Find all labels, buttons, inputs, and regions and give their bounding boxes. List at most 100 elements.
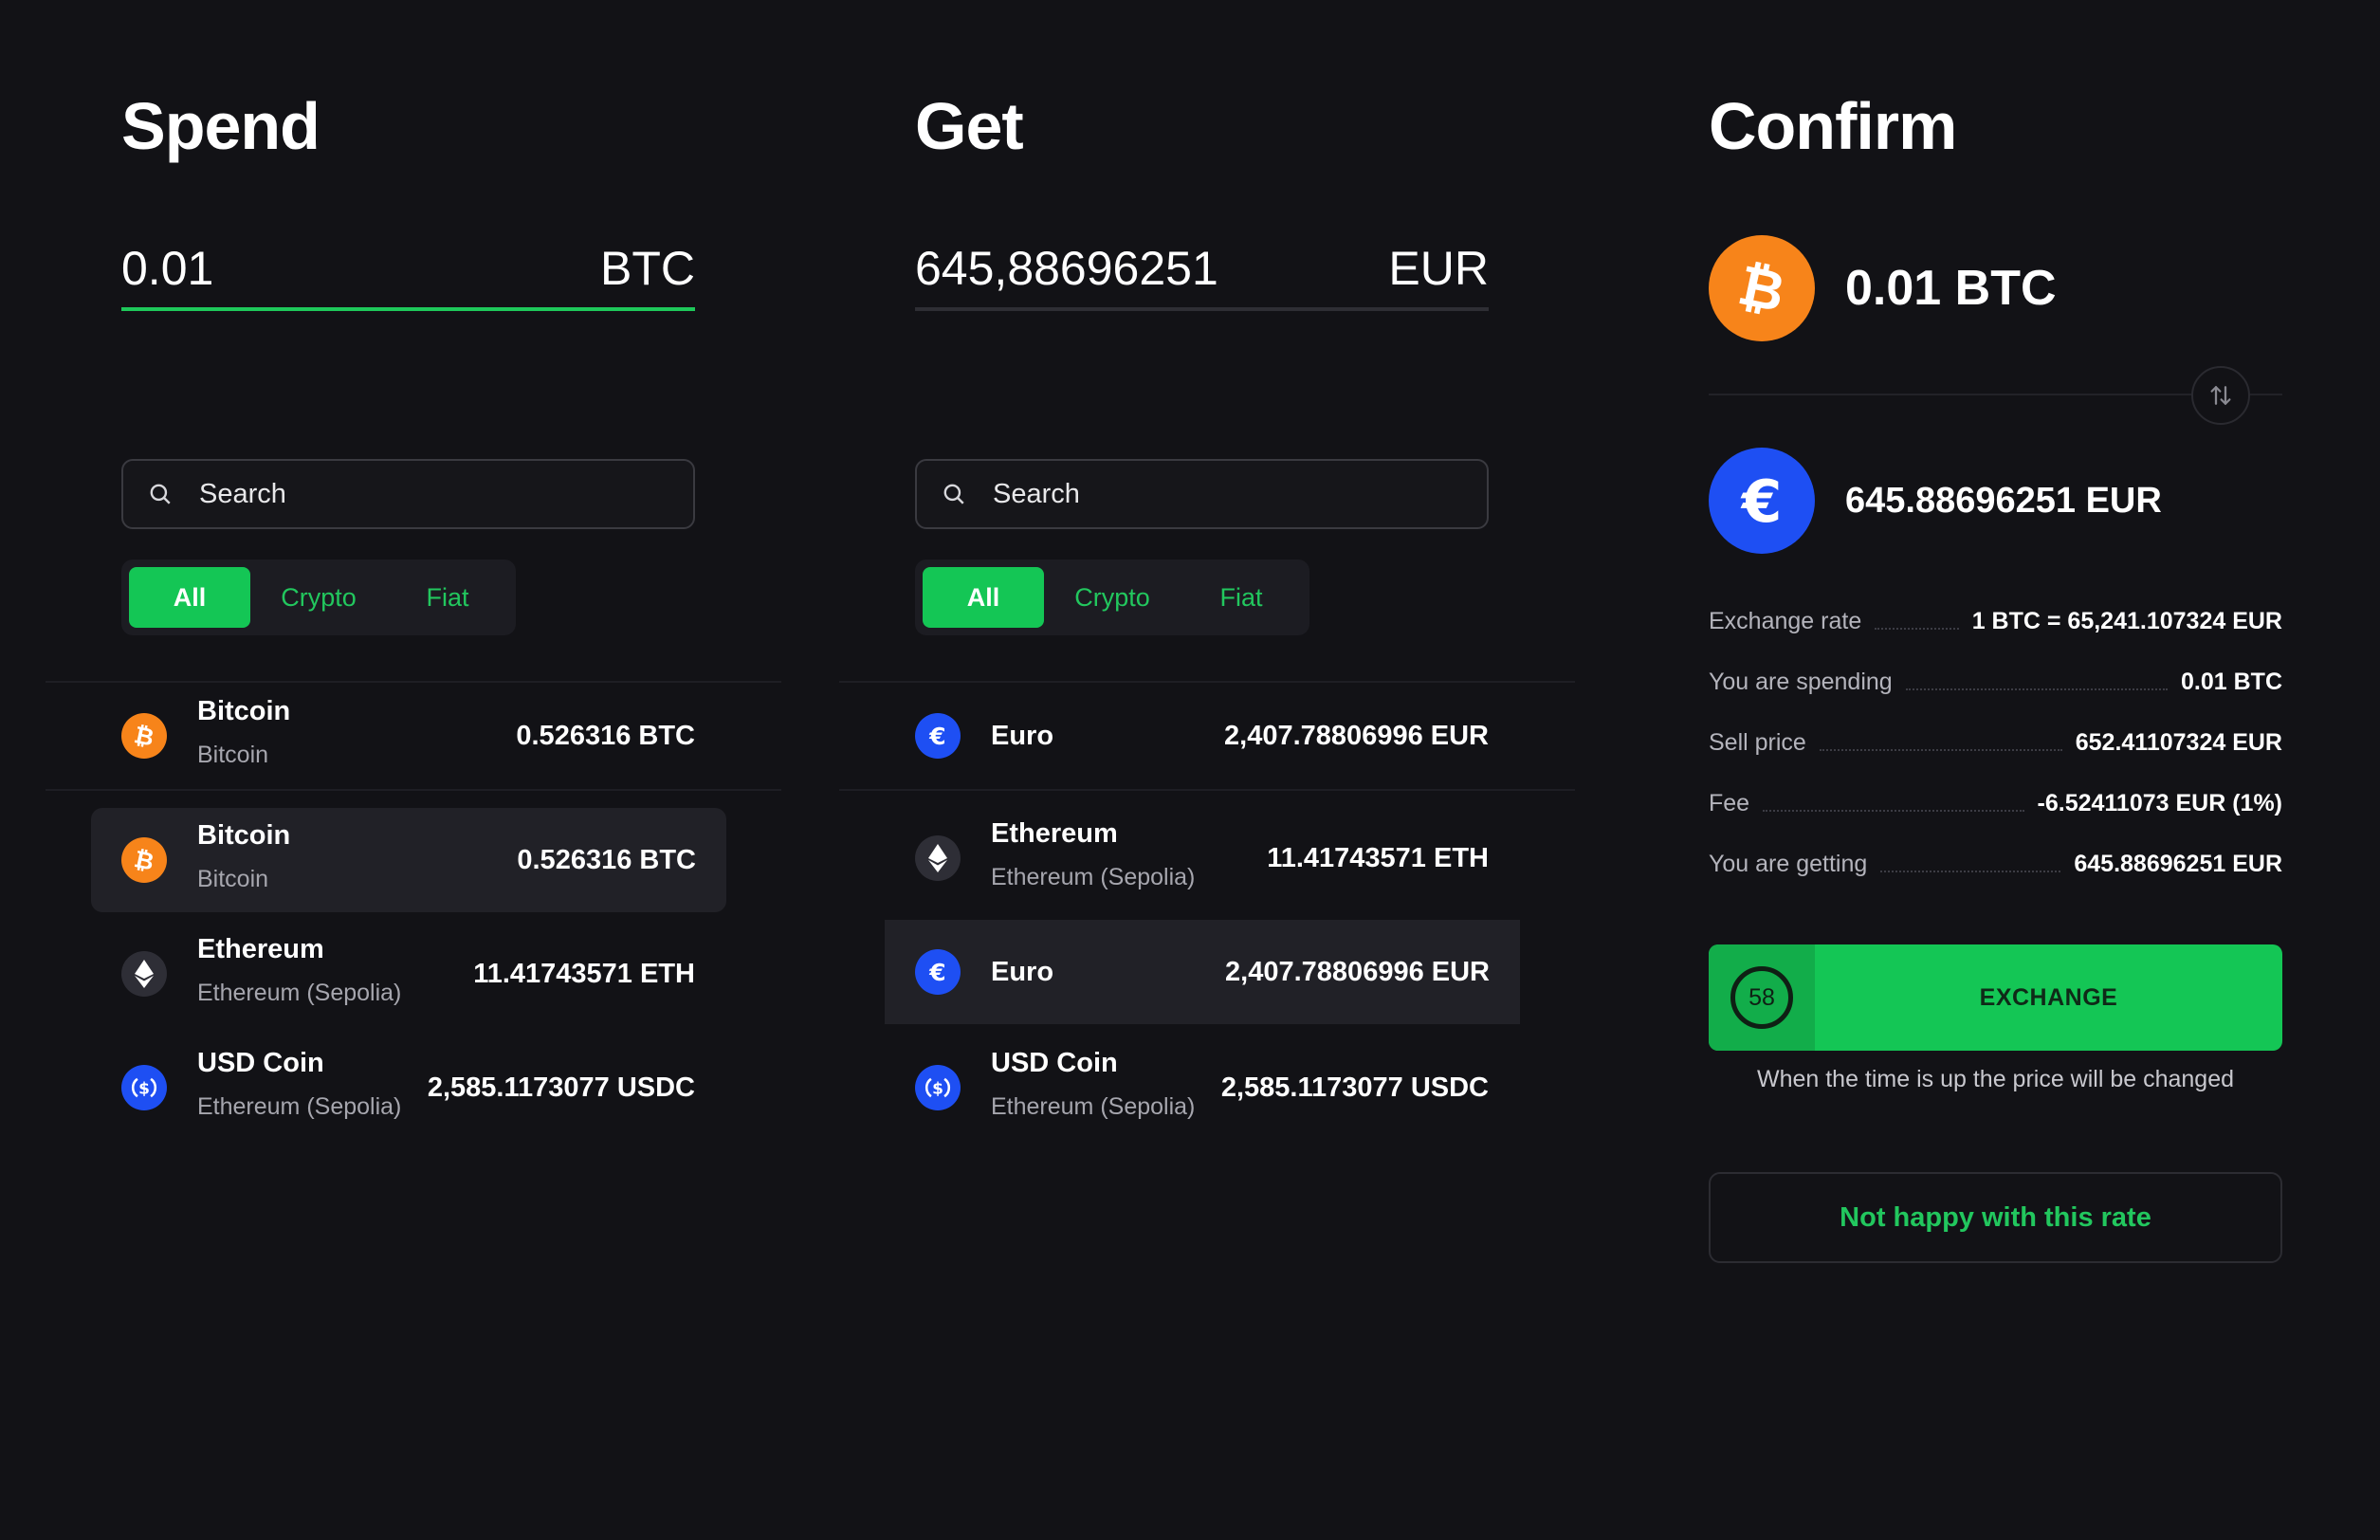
ethereum-icon bbox=[915, 835, 961, 881]
spend-amount-value[interactable]: 0.01 bbox=[121, 235, 213, 302]
dotted-leader bbox=[1905, 688, 2169, 690]
rate-value: 1 BTC = 65,241.107324 EUR bbox=[1971, 608, 2282, 634]
euro-icon: € bbox=[915, 713, 961, 759]
asset-name: Bitcoin bbox=[197, 820, 291, 851]
svg-text:₿: ₿ bbox=[132, 846, 156, 874]
rate-label: Sell price bbox=[1709, 729, 1806, 756]
asset-name: Euro bbox=[991, 721, 1054, 751]
dotted-leader bbox=[1875, 628, 1959, 630]
spending-row: You are spending 0.01 BTC bbox=[1709, 658, 2282, 696]
usdc-icon: $ bbox=[121, 1065, 167, 1110]
asset-network: Bitcoin bbox=[197, 742, 269, 768]
exchange-button-label: EXCHANGE bbox=[1979, 983, 2118, 1011]
asset-row-bitcoin-selected[interactable]: ₿ Bitcoin Bitcoin 0.526316 BTC bbox=[91, 808, 726, 912]
asset-row-ethereum[interactable]: Ethereum Ethereum (Sepolia) 11.41743571 … bbox=[121, 922, 695, 1026]
asset-balance: 2,407.78806996 EUR bbox=[1224, 720, 1489, 751]
not-happy-button[interactable]: Not happy with this rate bbox=[1709, 1172, 2282, 1263]
swap-arrows-icon bbox=[2210, 386, 2231, 405]
asset-name: USD Coin bbox=[197, 1048, 324, 1078]
rate-label: You are getting bbox=[1709, 851, 1868, 877]
svg-text:$: $ bbox=[138, 1079, 150, 1098]
dotted-leader bbox=[1763, 810, 2024, 812]
get-filter-tabs: All Crypto Fiat bbox=[915, 559, 1309, 635]
spend-amount-input[interactable]: 0.01 BTC bbox=[121, 235, 695, 311]
svg-text:₿: ₿ bbox=[1733, 255, 1791, 321]
fee-row: Fee -6.52411073 EUR (1%) bbox=[1709, 779, 2282, 817]
asset-balance: 11.41743571 ETH bbox=[1267, 842, 1489, 873]
filter-fiat-tab[interactable]: Fiat bbox=[387, 567, 508, 628]
asset-network: Ethereum (Sepolia) bbox=[991, 1093, 1196, 1120]
filter-all-tab[interactable]: All bbox=[129, 567, 250, 628]
asset-name: Euro bbox=[991, 957, 1054, 987]
asset-balance: 0.526316 BTC bbox=[517, 844, 696, 875]
asset-network: Ethereum (Sepolia) bbox=[197, 980, 402, 1006]
asset-network: Ethereum (Sepolia) bbox=[991, 864, 1196, 890]
asset-balance: 2,585.1173077 USDC bbox=[1220, 1072, 1489, 1103]
asset-balance: 2,585.1173077 USDC bbox=[427, 1072, 695, 1103]
confirm-get-summary: € 645.88696251 EUR bbox=[1709, 448, 2162, 554]
swap-button[interactable] bbox=[2191, 366, 2250, 425]
svg-text:€: € bbox=[928, 723, 945, 750]
bitcoin-icon: ₿ bbox=[121, 713, 167, 759]
dotted-leader bbox=[1819, 749, 2062, 751]
asset-name: USD Coin bbox=[991, 1048, 1118, 1078]
asset-balance: 0.526316 BTC bbox=[516, 720, 695, 751]
get-column: Get 645,88696251 EUR Search All Crypto F… bbox=[839, 0, 1575, 1540]
rate-label: Fee bbox=[1709, 790, 1750, 816]
timer-note: When the time is up the price will be ch… bbox=[1756, 1066, 2235, 1092]
getting-row: You are getting 645.88696251 EUR bbox=[1709, 840, 2282, 878]
list-divider bbox=[46, 789, 781, 791]
asset-name: Ethereum bbox=[991, 818, 1118, 849]
filter-all-tab[interactable]: All bbox=[923, 567, 1044, 628]
ethereum-icon bbox=[121, 951, 167, 997]
confirm-title: Confirm bbox=[1709, 89, 1957, 163]
filter-crypto-tab[interactable]: Crypto bbox=[1044, 567, 1181, 628]
spend-amount-unit: BTC bbox=[600, 242, 695, 295]
exchange-button[interactable]: 58 EXCHANGE bbox=[1709, 944, 2282, 1051]
confirm-spend-summary: ₿ 0.01 BTC bbox=[1709, 235, 2057, 341]
get-amount-value[interactable]: 645,88696251 bbox=[915, 235, 1218, 302]
bitcoin-icon: ₿ bbox=[121, 837, 167, 883]
asset-row-euro[interactable]: € Euro 2,407.78806996 EUR bbox=[915, 684, 1489, 788]
rate-value: -6.52411073 EUR (1%) bbox=[2037, 790, 2282, 816]
dotted-leader bbox=[1880, 871, 2061, 872]
countdown-timer: 58 bbox=[1730, 966, 1793, 1029]
filter-crypto-tab[interactable]: Crypto bbox=[250, 567, 387, 628]
euro-icon: € bbox=[915, 949, 961, 995]
asset-row-usdc[interactable]: $ USD Coin Ethereum (Sepolia) 2,585.1173… bbox=[915, 1036, 1489, 1140]
asset-name: Ethereum bbox=[197, 934, 324, 964]
confirm-column: Confirm ₿ 0.01 BTC € 645.88696251 EUR Ex… bbox=[1709, 0, 2282, 1540]
search-icon bbox=[943, 484, 964, 504]
rate-value: 645.88696251 EUR bbox=[2074, 851, 2282, 877]
list-divider bbox=[46, 681, 781, 683]
get-amount-input[interactable]: 645,88696251 EUR bbox=[915, 235, 1489, 311]
svg-text:€: € bbox=[928, 959, 945, 986]
list-divider bbox=[839, 789, 1575, 791]
asset-row-bitcoin[interactable]: ₿ Bitcoin Bitcoin 0.526316 BTC bbox=[121, 684, 695, 788]
filter-fiat-tab[interactable]: Fiat bbox=[1181, 567, 1302, 628]
get-amount-unit: EUR bbox=[1388, 242, 1489, 295]
rate-label: You are spending bbox=[1709, 669, 1893, 695]
get-search-input[interactable]: Search bbox=[915, 459, 1489, 529]
spend-search-input[interactable]: Search bbox=[121, 459, 695, 529]
sell-price-row: Sell price 652.41107324 EUR bbox=[1709, 719, 2282, 757]
asset-name: Bitcoin bbox=[197, 696, 291, 726]
asset-balance: 2,407.78806996 EUR bbox=[1225, 956, 1490, 987]
spend-column: Spend 0.01 BTC Search All Crypto Fiat ₿ … bbox=[46, 0, 781, 1540]
search-icon bbox=[150, 484, 171, 504]
asset-network: Ethereum (Sepolia) bbox=[197, 1093, 402, 1120]
asset-row-euro-selected[interactable]: € Euro 2,407.78806996 EUR bbox=[885, 920, 1520, 1024]
spend-title: Spend bbox=[121, 89, 320, 163]
bitcoin-icon: ₿ bbox=[1709, 235, 1815, 341]
svg-text:₿: ₿ bbox=[132, 722, 156, 750]
asset-balance: 11.41743571 ETH bbox=[473, 958, 695, 989]
confirm-get-value: 645.88696251 EUR bbox=[1845, 480, 2162, 521]
search-placeholder: Search bbox=[199, 478, 286, 509]
get-title: Get bbox=[915, 89, 1024, 163]
rate-value: 652.41107324 EUR bbox=[2075, 729, 2282, 756]
asset-network: Bitcoin bbox=[197, 866, 269, 892]
rate-label: Exchange rate bbox=[1709, 608, 1862, 634]
asset-row-ethereum[interactable]: Ethereum Ethereum (Sepolia) 11.41743571 … bbox=[915, 806, 1489, 910]
asset-row-usdc[interactable]: $ USD Coin Ethereum (Sepolia) 2,585.1173… bbox=[121, 1036, 695, 1140]
rate-value: 0.01 BTC bbox=[2181, 669, 2282, 695]
